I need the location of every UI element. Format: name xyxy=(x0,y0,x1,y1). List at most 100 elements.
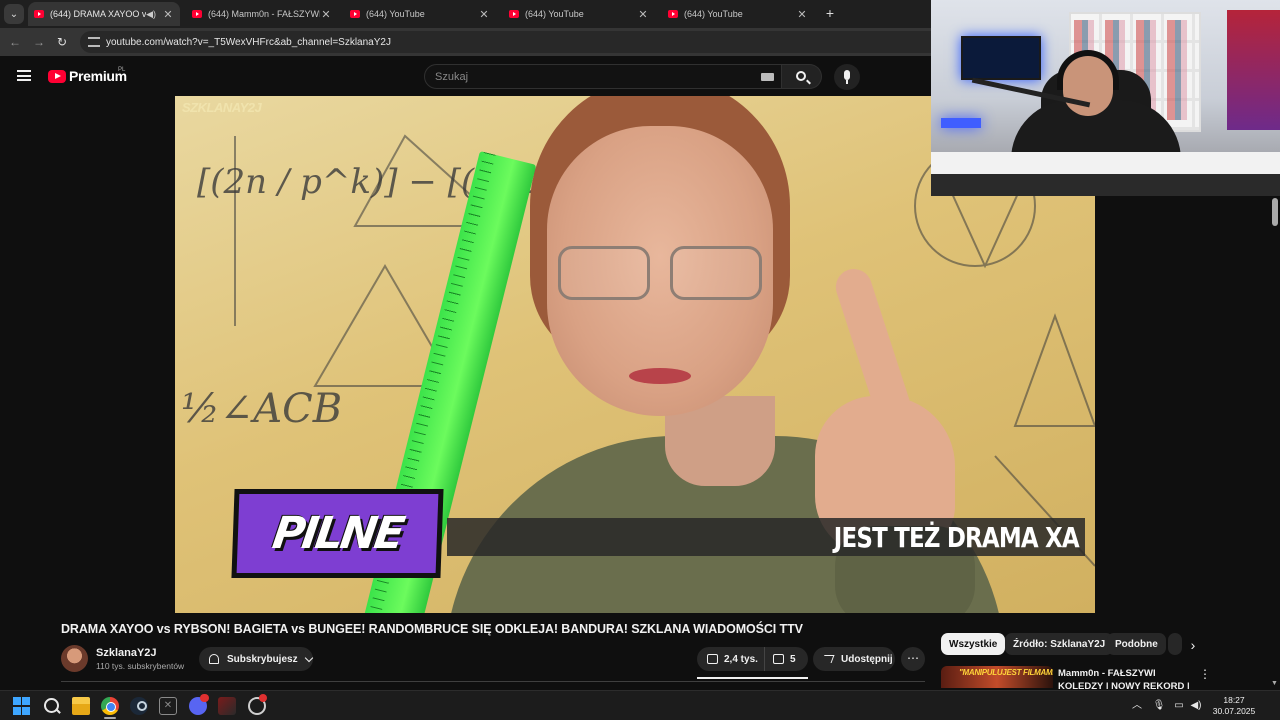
like-dislike-group: 2,4 tys. 5 xyxy=(697,647,808,671)
taskbar-search-icon[interactable] xyxy=(43,697,61,715)
recommendation-menu-icon[interactable]: ⋮ xyxy=(1199,667,1211,681)
urgent-badge-inner: PILNE xyxy=(236,494,439,573)
search-placeholder: Szukaj xyxy=(435,70,469,83)
news-ticker: JEST TEŻ DRAMA XA xyxy=(447,518,1085,556)
address-bar[interactable]: youtube.com/watch?v=_T5WexVHFrc&ab_chann… xyxy=(80,31,1080,53)
search-button[interactable] xyxy=(782,64,822,89)
tab-mammon[interactable]: (644) Mamm0n - FAŁSZYWI KOLEDZY ✕ xyxy=(186,2,338,26)
chevron-right-icon[interactable]: › xyxy=(1184,636,1202,654)
led-light xyxy=(941,118,981,128)
more-icon[interactable]: ⋯ xyxy=(901,647,925,671)
windows-start-icon[interactable] xyxy=(13,697,31,715)
keyboard-icon[interactable] xyxy=(761,73,774,81)
like-button[interactable]: 2,4 tys. xyxy=(697,647,765,671)
dislike-icon xyxy=(773,654,784,664)
scroll-down-icon[interactable]: ▼ xyxy=(1271,680,1278,687)
share-button[interactable]: Udostępnij xyxy=(813,647,895,671)
recommendation-thumb-text: "MANIPULUJEST FILMAMI" xyxy=(959,668,1053,677)
glasses-left xyxy=(558,246,650,300)
clock-time: 18:27 xyxy=(1223,695,1245,705)
search-icon xyxy=(796,71,806,81)
new-tab-button[interactable]: + xyxy=(822,4,838,22)
chip-all[interactable]: Wszystkie xyxy=(941,633,1006,655)
recommendation-title[interactable]: Mamm0n - FAŁSZYWI KOLEDZY | NOWY REKORD … xyxy=(1058,667,1198,689)
subscribe-button[interactable]: Subskrybujesz xyxy=(199,647,313,671)
tab-close-icon[interactable]: ✕ xyxy=(637,8,649,21)
share-label: Udostępnij xyxy=(841,653,893,665)
steam-icon[interactable] xyxy=(130,697,148,715)
game-app-icon[interactable] xyxy=(218,697,236,715)
youtube-logo-icon[interactable] xyxy=(48,70,66,83)
tab-title: (644) YouTube xyxy=(366,9,425,19)
menu-icon[interactable] xyxy=(17,70,31,81)
like-count: 2,4 tys. xyxy=(724,653,758,665)
region-code: PL xyxy=(118,67,126,73)
ticker-text: JEST TEŻ DRAMA XA xyxy=(833,520,1080,554)
youtube-favicon-icon xyxy=(668,10,678,18)
youtube-favicon-icon xyxy=(509,10,519,18)
chip-source-channel[interactable]: Źródło: SzklanaY2J xyxy=(1005,633,1114,655)
tab-youtube-1[interactable]: (644) YouTube ✕ xyxy=(344,2,496,26)
tab-title: (644) YouTube xyxy=(684,9,743,19)
tab-title: (644) DRAMA XAYOO vs RYBSON! BAGIETA xyxy=(50,9,147,19)
channel-name[interactable]: SzklanaY2J xyxy=(96,647,157,659)
share-icon xyxy=(821,655,835,663)
chip-related[interactable]: Podobne xyxy=(1107,633,1166,655)
reload-icon[interactable]: ↻ xyxy=(53,33,71,51)
teacher-lips xyxy=(629,368,691,384)
mic-icon[interactable] xyxy=(834,64,860,90)
back-icon[interactable]: ← xyxy=(6,33,24,51)
discord-notification-badge xyxy=(200,694,209,702)
glasses-right xyxy=(670,246,762,300)
tray-mic-icon[interactable]: 🎙 xyxy=(1152,699,1166,713)
tab-close-icon[interactable]: ✕ xyxy=(478,8,490,21)
file-explorer-icon[interactable] xyxy=(72,697,90,715)
obs-notification-badge xyxy=(259,694,267,702)
bell-icon xyxy=(209,654,219,664)
dislike-count: 5 xyxy=(790,653,796,665)
scrollbar-thumb[interactable] xyxy=(1272,198,1278,226)
dislike-button[interactable]: 5 xyxy=(765,647,796,671)
chip-partial[interactable] xyxy=(1168,633,1182,655)
clock-date: 30.07.2025 xyxy=(1212,706,1256,716)
aquarium xyxy=(961,36,1041,80)
system-clock[interactable]: 18:27 30.07.2025 xyxy=(1208,695,1260,717)
like-icon xyxy=(707,654,718,664)
tab-list-icon[interactable]: ⌄ xyxy=(4,4,24,24)
tray-overflow-icon[interactable]: ︿ xyxy=(1130,699,1144,713)
video-title: DRAMA XAYOO vs RYBSON! BAGIETA vs BUNGEE… xyxy=(61,622,803,636)
tab-title: (644) YouTube xyxy=(525,9,584,19)
wall-poster xyxy=(1227,10,1280,130)
like-ratio-bar xyxy=(697,677,808,679)
taskbar: ✕ ︿ 🎙 ▭ ◀) 18:27 30.07.2025 xyxy=(0,690,1280,720)
tab-youtube-2[interactable]: (644) YouTube ✕ xyxy=(503,2,655,26)
chrome-icon[interactable] xyxy=(101,697,119,715)
subscribe-label: Subskrybujesz xyxy=(227,653,298,665)
description-divider xyxy=(61,681,925,682)
network-icon[interactable]: ▭ xyxy=(1172,699,1186,713)
audio-icon[interactable]: ◀) xyxy=(146,9,156,20)
forward-icon[interactable]: → xyxy=(30,33,48,51)
xbox-icon[interactable]: ✕ xyxy=(159,697,177,715)
chevron-down-icon xyxy=(304,653,313,662)
search-input[interactable]: Szukaj xyxy=(424,64,782,89)
youtube-favicon-icon xyxy=(192,10,202,18)
tab-close-icon[interactable]: ✕ xyxy=(796,8,808,21)
tab-close-icon[interactable]: ✕ xyxy=(320,8,332,21)
tab-drama-xayoo[interactable]: (644) DRAMA XAYOO vs RYBSON! BAGIETA ◀) … xyxy=(28,2,180,26)
urgent-badge-text: PILNE xyxy=(269,508,406,559)
site-settings-icon[interactable] xyxy=(88,37,100,47)
urgent-badge: PILNE xyxy=(231,489,444,578)
volume-icon[interactable]: ◀) xyxy=(1189,699,1203,713)
youtube-favicon-icon xyxy=(34,10,44,18)
avatar[interactable] xyxy=(61,645,88,672)
tab-close-icon[interactable]: ✕ xyxy=(162,8,174,21)
youtube-favicon-icon xyxy=(350,10,360,18)
address-url: youtube.com/watch?v=_T5WexVHFrc&ab_chann… xyxy=(106,36,391,48)
active-app-indicator xyxy=(104,717,116,719)
page-scrollbar[interactable] xyxy=(1269,196,1280,690)
tab-youtube-3[interactable]: (644) YouTube ✕ xyxy=(662,2,814,26)
tab-title: (644) Mamm0n - FAŁSZYWI KOLEDZY xyxy=(208,9,320,19)
recommendation-thumbnail[interactable]: "MANIPULUJEST FILMAMI" xyxy=(941,666,1053,688)
desk xyxy=(931,152,1280,196)
